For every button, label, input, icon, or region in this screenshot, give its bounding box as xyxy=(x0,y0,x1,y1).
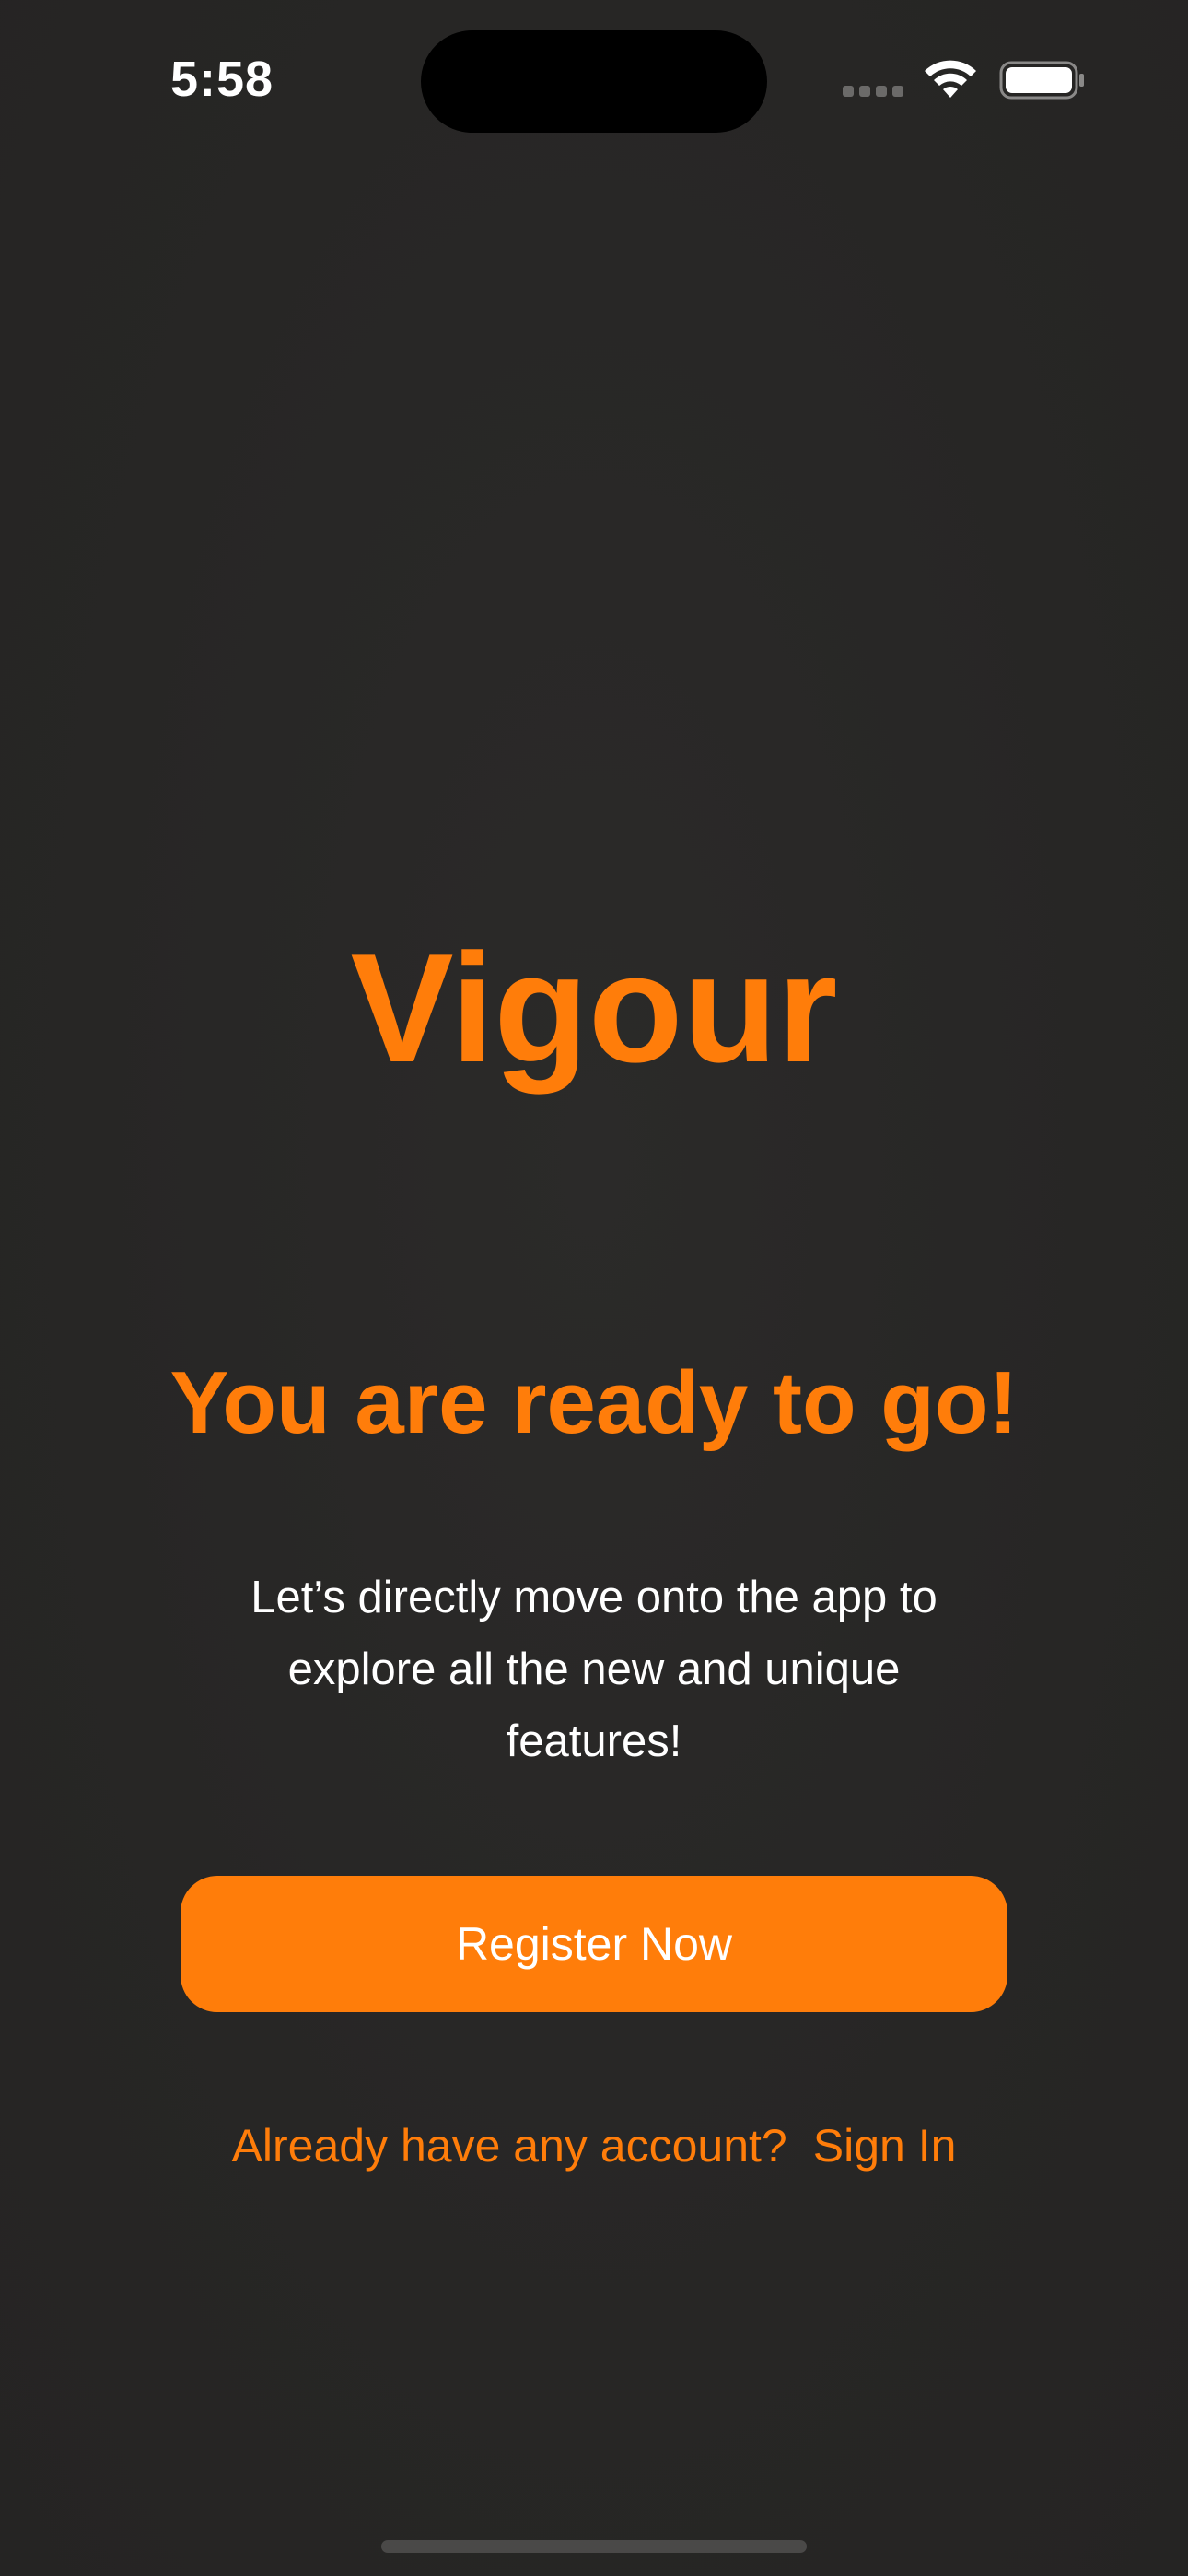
app-title: Vigour xyxy=(350,921,838,1095)
onboarding-screen: 5:58 Vigour You are ready to go! Let’s d… xyxy=(0,0,1188,2576)
home-indicator[interactable] xyxy=(381,2540,807,2553)
register-now-button[interactable]: Register Now xyxy=(181,1876,1007,2012)
status-time: 5:58 xyxy=(170,52,274,107)
cellular-signal-icon xyxy=(843,86,905,99)
signin-prompt: Already have any account? xyxy=(231,2120,787,2172)
sign-in-link[interactable]: Sign In xyxy=(813,2120,957,2172)
description: Let’s directly move onto the app to expl… xyxy=(250,1573,938,1766)
headline: You are ready to go! xyxy=(169,1353,1019,1452)
dynamic-island xyxy=(421,30,767,133)
signin-row: Already have any account? Sign In xyxy=(0,2119,1188,2172)
register-now-label: Register Now xyxy=(455,1918,733,1970)
battery-icon xyxy=(999,61,1084,100)
wifi-icon xyxy=(925,60,976,98)
